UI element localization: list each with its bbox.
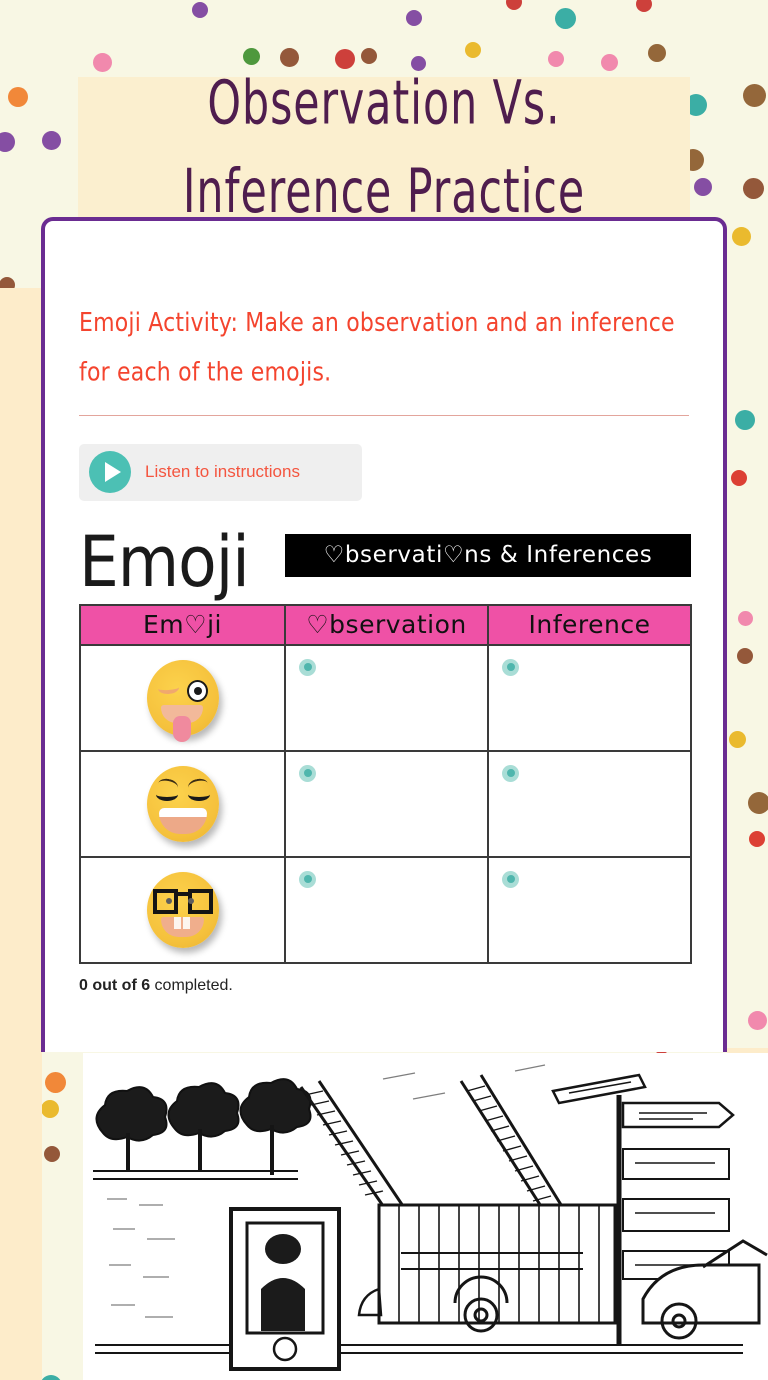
background-dot <box>748 792 768 814</box>
background-dot <box>743 84 766 107</box>
background-dot <box>735 410 755 430</box>
background-dot <box>636 0 652 12</box>
completion-count: 0 out of 6 <box>79 976 151 994</box>
inference-answer-dot-2[interactable] <box>502 764 519 782</box>
observations-inferences-table: Em♡ji ♡bservation Inference <box>79 603 692 964</box>
inference-cell-2[interactable] <box>487 749 692 858</box>
card-inner: Emoji Activity: Make an observation and … <box>45 221 723 995</box>
table-header-row: Em♡ji ♡bservation Inference <box>79 603 692 646</box>
background-dot <box>743 178 764 199</box>
content-card: Emoji Activity: Make an observation and … <box>41 217 727 1052</box>
background-dot <box>41 1100 59 1118</box>
instructions-divider <box>79 414 689 416</box>
observation-answer-dot-2[interactable] <box>299 764 316 782</box>
observation-cell-2[interactable] <box>284 749 489 858</box>
activity-instructions: Emoji Activity: Make an observation and … <box>79 308 675 388</box>
street-scene-line-drawing <box>83 1053 768 1380</box>
background-dot <box>0 132 15 152</box>
cream-margin-left <box>0 288 42 1380</box>
background-dot <box>506 0 522 10</box>
observation-answer-dot-1[interactable] <box>299 658 316 676</box>
background-dot <box>738 611 753 626</box>
column-header-inference: Inference <box>487 603 692 646</box>
observation-cell-1[interactable] <box>284 643 489 752</box>
listen-button-label: Listen to instructions <box>145 462 300 482</box>
background-dot <box>40 1375 62 1380</box>
worksheet-illustration <box>83 1053 768 1380</box>
page-title: Observation Vs. Inference Practice <box>182 66 586 227</box>
emoji-heading: Emoji <box>79 520 250 603</box>
nerd-face-emoji <box>146 871 219 948</box>
observation-answer-dot-3[interactable] <box>299 870 316 888</box>
background-dot <box>44 1146 60 1162</box>
background-dot <box>406 10 422 26</box>
inference-answer-dot-3[interactable] <box>502 870 519 888</box>
table-row <box>79 643 692 752</box>
table-row <box>79 749 692 858</box>
background-dot <box>42 131 61 150</box>
emoji-cell-2 <box>79 749 286 858</box>
background-dot <box>192 2 208 18</box>
observations-inferences-banner: ♡bservati♡ns & Inferences <box>285 533 691 577</box>
inference-cell-3[interactable] <box>487 855 692 964</box>
completion-status: 0 out of 6 completed. <box>79 977 689 995</box>
background-dot <box>748 1011 767 1030</box>
completion-suffix: completed. <box>150 976 233 994</box>
emoji-cell-3 <box>79 855 286 964</box>
inference-answer-dot-1[interactable] <box>502 658 519 676</box>
header-banner: Observation Vs. Inference Practice <box>78 67 690 226</box>
background-dot <box>749 831 765 847</box>
background-dot <box>737 648 753 664</box>
table-row <box>79 855 692 964</box>
background-dot <box>45 1072 66 1093</box>
weary-face-emoji <box>146 765 219 842</box>
background-dot <box>731 470 747 486</box>
winking-face-with-tongue-emoji <box>146 659 219 742</box>
background-dot <box>694 178 712 196</box>
background-dot <box>465 42 481 58</box>
background-dot <box>555 8 576 29</box>
listen-to-instructions-button[interactable]: Listen to instructions <box>79 443 362 501</box>
background-dot <box>8 87 28 107</box>
play-icon[interactable] <box>89 451 131 494</box>
emoji-title-row: Emoji ♡bservati♡ns & Inferences <box>79 521 691 603</box>
background-dot <box>729 731 746 748</box>
column-header-emoji: Em♡ji <box>79 603 286 646</box>
inference-cell-1[interactable] <box>487 643 692 752</box>
observation-cell-3[interactable] <box>284 855 489 964</box>
column-header-observation: ♡bservation <box>284 603 489 646</box>
emoji-cell-1 <box>79 643 286 752</box>
background-dot <box>732 227 751 246</box>
